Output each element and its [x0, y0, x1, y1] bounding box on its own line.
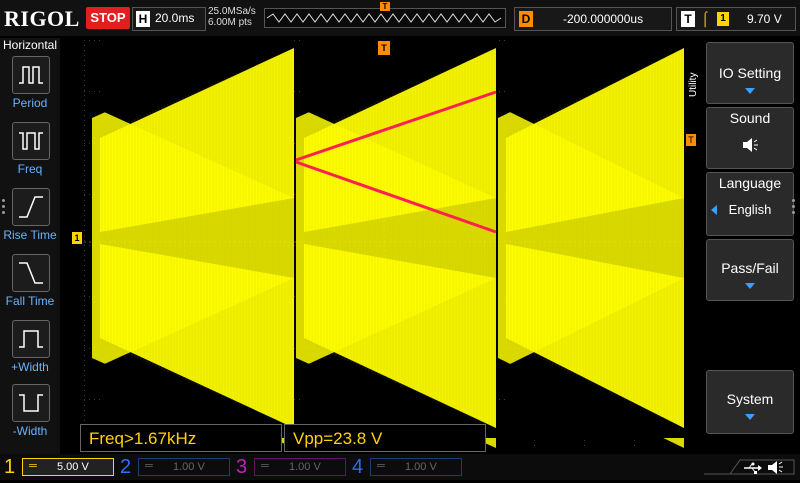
brand-logo: RIGOL — [4, 6, 80, 31]
horizontal-badge: H — [136, 11, 150, 27]
sound-button[interactable]: Sound — [706, 107, 794, 169]
language-value: English — [728, 202, 772, 217]
channel-number: 3 — [236, 456, 248, 478]
delay-display[interactable]: D -200.000000us — [514, 7, 672, 31]
trigger-badge: T — [681, 11, 695, 27]
channel-status-bar: 1 ═ 5.00 V 2 ═ 1.00 V 3 ═ 1.00 V 4 ═ 1.0… — [0, 454, 800, 480]
menu-label: +Width — [11, 360, 49, 374]
chevron-down-icon — [745, 414, 755, 420]
menu-label: Fall Time — [5, 294, 55, 308]
left-menu-title: Horizontal — [2, 38, 58, 52]
trigger-level-marker[interactable]: T — [686, 134, 696, 146]
scroll-dots — [792, 196, 796, 217]
button-label: Language — [718, 175, 782, 191]
menu-label: Period — [12, 96, 48, 110]
rise-time-icon — [12, 188, 50, 226]
menu-label: Freq — [17, 162, 43, 176]
memory-waveform-overview — [266, 13, 502, 23]
channel-scale: 1.00 V — [405, 461, 437, 473]
sample-rate: 25.0MSa/s — [208, 6, 256, 17]
trigger-source-badge: 1 — [717, 12, 729, 26]
utility-section-label: Utility — [688, 72, 699, 98]
run-stop-indicator[interactable]: STOP — [86, 7, 130, 29]
menu-item-period[interactable]: Period — [0, 56, 60, 118]
acquisition-info: 25.0MSa/s 6.00M pts — [208, 6, 256, 28]
period-icon — [12, 56, 50, 94]
channel-scale: 5.00 V — [57, 461, 89, 473]
negative-width-icon — [12, 384, 50, 422]
trigger-level: 9.70 V — [747, 12, 782, 26]
menu-item-positive-width[interactable]: +Width — [0, 320, 60, 382]
channel-2-status[interactable]: 2 ═ 1.00 V — [120, 454, 232, 480]
system-button[interactable]: System — [706, 370, 794, 434]
measurement-frequency: Freq>1.67kHz — [80, 424, 282, 452]
channel-number: 1 — [4, 456, 16, 478]
channel-number: 2 — [120, 456, 132, 478]
channel-scale: 1.00 V — [289, 461, 321, 473]
measurement-vpp: Vpp=23.8 V — [284, 424, 486, 452]
chevron-left-icon — [711, 205, 717, 215]
channel-number: 4 — [352, 456, 364, 478]
system-status-icons — [700, 456, 798, 478]
speaker-icon — [707, 136, 793, 159]
dc-coupling-icon: ═ — [377, 460, 385, 472]
chevron-down-icon — [745, 283, 755, 289]
button-label: Pass/Fail — [721, 260, 779, 276]
memory-position-bar — [264, 8, 506, 28]
channel-4-status[interactable]: 4 ═ 1.00 V — [352, 454, 464, 480]
usb-icon — [744, 462, 762, 474]
rising-edge-icon: ⌠ — [701, 10, 710, 26]
channel-3-status[interactable]: 3 ═ 1.00 V — [236, 454, 348, 480]
language-button[interactable]: Language English — [706, 172, 794, 236]
timebase-value: 20.0ms — [155, 11, 195, 25]
frequency-icon — [12, 122, 50, 160]
delay-badge: D — [519, 11, 533, 27]
button-label: System — [726, 391, 774, 407]
menu-label: -Width — [12, 424, 48, 438]
top-status-bar: RIGOL STOP H 20.0ms 25.0MSa/s 6.00M pts … — [0, 0, 800, 36]
trigger-position-marker[interactable]: T — [380, 2, 390, 11]
menu-item-freq[interactable]: Freq — [0, 122, 60, 184]
chevron-down-icon — [745, 88, 755, 94]
button-label: Sound — [729, 110, 771, 126]
dc-coupling-icon: ═ — [261, 460, 269, 472]
dc-coupling-icon: ═ — [29, 460, 37, 472]
channel1-offset-marker[interactable]: 1 — [72, 232, 82, 244]
menu-item-negative-width[interactable]: -Width — [0, 384, 60, 446]
trigger-time-marker[interactable]: T — [378, 41, 390, 55]
trigger-display[interactable]: T ⌠ 1 9.70 V — [676, 7, 796, 31]
waveform-graticule[interactable] — [84, 40, 684, 450]
waveform-display — [84, 40, 684, 450]
speaker-icon — [768, 461, 783, 474]
positive-width-icon — [12, 320, 50, 358]
pass-fail-button[interactable]: Pass/Fail — [706, 239, 794, 301]
menu-item-fall-time[interactable]: Fall Time — [0, 254, 60, 316]
left-measure-menu: Horizontal Period Freq Rise Time Fall Ti… — [0, 38, 60, 454]
fall-time-icon — [12, 254, 50, 292]
menu-label: Rise Time — [3, 228, 57, 242]
menu-item-rise-time[interactable]: Rise Time — [0, 188, 60, 250]
channel-scale: 1.00 V — [173, 461, 205, 473]
channel-1-status[interactable]: 1 ═ 5.00 V — [4, 454, 116, 480]
delay-value: -200.000000us — [563, 12, 644, 26]
button-label: IO Setting — [718, 65, 782, 81]
dc-coupling-icon: ═ — [145, 460, 153, 472]
io-setting-button[interactable]: IO Setting — [706, 42, 794, 104]
memory-depth: 6.00M pts — [208, 17, 252, 28]
horizontal-timebase[interactable]: H 20.0ms — [132, 7, 206, 31]
